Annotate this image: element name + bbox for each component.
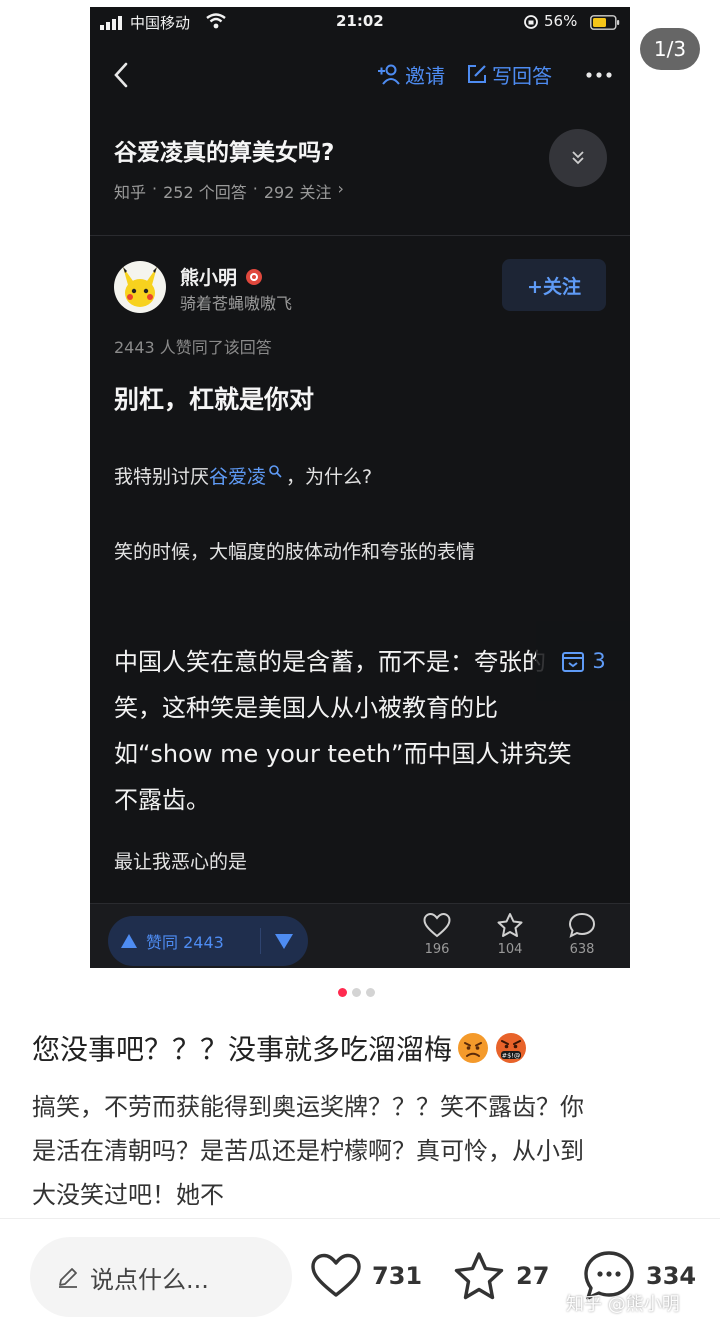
- status-bar: 中国移动 21:02 56%: [90, 7, 630, 39]
- heart-icon: [423, 912, 451, 938]
- badge-icon: [246, 268, 263, 285]
- downvote-icon[interactable]: [272, 928, 296, 954]
- angry-emoji: [458, 1033, 489, 1063]
- chevron-double-down-icon: [572, 151, 584, 165]
- follow-button[interactable]: +关注: [502, 259, 606, 311]
- pikachu-avatar-icon: [123, 267, 157, 307]
- answer-paragraph-2: 笑的时候，大幅度的肢体动作和夸张的表情: [114, 541, 476, 563]
- fold-icon: [562, 652, 585, 672]
- answer-screenshot: 中国移动 21:02 56% 邀请 写回答 谷爱凌真的算美女吗? 知乎 · 25…: [90, 7, 630, 968]
- comment-placeholder: 说点什么...: [90, 1265, 209, 1294]
- carousel-dot[interactable]: [352, 988, 361, 997]
- svg-text:#$!@: #$!@: [502, 1052, 521, 1060]
- battery-icon: [590, 15, 620, 30]
- battery-percent: 56%: [544, 12, 578, 30]
- answer-heading: 别杠，杠就是你对: [114, 385, 315, 414]
- upvote-label: 赞同 2443: [146, 933, 224, 952]
- watermark: 知乎 @熊小明: [566, 1294, 680, 1315]
- write-icon: [468, 65, 486, 83]
- heart-icon: [311, 1253, 361, 1297]
- comment-count: 638: [569, 942, 595, 957]
- collapse-button[interactable]: [549, 129, 607, 187]
- star-icon: [497, 913, 523, 937]
- search-link[interactable]: 谷爱凌: [209, 462, 266, 489]
- signal-icon: [100, 16, 122, 30]
- answer-paragraph-4: 最让我恶心的是: [114, 851, 248, 873]
- meta-separator: ·: [152, 179, 158, 198]
- invite-label: 邀请: [405, 63, 445, 88]
- avatar[interactable]: [114, 261, 166, 313]
- author-bio: 骑着苍蝇嗷嗷飞: [180, 294, 293, 313]
- like-button[interactable]: 731: [310, 1247, 422, 1305]
- answer-paragraph-1: 我特别讨厌 谷爱凌 ，为什么?: [114, 462, 372, 489]
- upvote-note: 2443 人赞同了该回答: [114, 338, 272, 357]
- comment-action[interactable]: 638: [562, 912, 602, 957]
- comment-count: 334: [646, 1262, 697, 1290]
- comment-icon: [568, 912, 596, 938]
- fold-counter-button[interactable]: 3: [536, 621, 630, 701]
- author-name-text: 熊小明: [180, 267, 238, 289]
- write-label: 写回答: [492, 63, 552, 88]
- invite-button[interactable]: 邀请: [377, 59, 445, 89]
- back-icon[interactable]: [110, 61, 134, 89]
- source-label: 知乎: [114, 183, 147, 202]
- answer-count: 252 个回答: [163, 183, 247, 202]
- post-title-text: 您没事吧？？？没事就多吃溜溜梅: [32, 1033, 453, 1066]
- comment-input[interactable]: 说点什么...: [30, 1237, 292, 1317]
- collect-count: 27: [516, 1262, 550, 1290]
- like-count: 731: [372, 1262, 423, 1290]
- carousel-dots: [338, 988, 375, 997]
- vote-pill: 赞同 2443: [108, 916, 308, 966]
- vote-separator: [260, 928, 261, 954]
- carousel-dot-active[interactable]: [338, 988, 347, 997]
- chevron-right-icon: ›: [337, 179, 344, 198]
- upvote-button[interactable]: 赞同 2443: [120, 916, 224, 966]
- star-icon: [454, 1252, 504, 1300]
- question-title[interactable]: 谷爱凌真的算美女吗?: [114, 133, 334, 167]
- collect-button[interactable]: 27: [452, 1247, 549, 1305]
- pencil-icon: [59, 1268, 77, 1288]
- meta-separator: ·: [252, 179, 258, 198]
- paragraph-text: ，为什么?: [286, 466, 373, 488]
- invite-icon: [378, 64, 400, 85]
- answer-paragraph-3: 中国人笑在意的是含蓄，而不是：夸张的笑，这种笑是美国人从小被教育的比如“show…: [114, 648, 572, 814]
- carrier-name: 中国移动: [130, 14, 191, 32]
- favorite-action[interactable]: 104: [490, 912, 530, 957]
- status-time: 21:02: [336, 12, 384, 30]
- post-body[interactable]: 搞笑，不劳而获能得到奥运奖牌？？？笑不露齿？你是活在清朝吗？是苦瓜还是柠檬啊？真…: [32, 1085, 592, 1217]
- carousel-dot[interactable]: [366, 988, 375, 997]
- write-answer-button[interactable]: 写回答: [466, 59, 552, 89]
- like-count: 196: [424, 942, 450, 957]
- upvote-icon: [121, 934, 137, 948]
- rotation-lock-icon: [524, 15, 538, 29]
- image-page-indicator: 1/3: [640, 28, 700, 70]
- follow-count: 292 关注: [263, 183, 332, 202]
- more-icon[interactable]: [584, 65, 614, 85]
- search-icon: [269, 464, 282, 478]
- favorite-count: 104: [497, 942, 523, 957]
- answer-action-bar: 赞同 2443 196 104 638: [90, 903, 630, 968]
- fold-count: 3: [592, 649, 606, 673]
- post-title: 您没事吧？？？没事就多吃溜溜梅 #$!@: [32, 1028, 528, 1068]
- cursing-emoji: #$!@: [496, 1033, 527, 1063]
- author-name[interactable]: 熊小明: [180, 263, 263, 290]
- paragraph-text: 我特别讨厌: [114, 466, 210, 488]
- wifi-icon: [206, 13, 226, 29]
- question-meta[interactable]: 知乎 · 252 个回答 · 292 关注 ›: [114, 179, 344, 203]
- divider: [90, 235, 630, 236]
- like-action[interactable]: 196: [417, 912, 457, 957]
- top-nav: 邀请 写回答: [90, 55, 630, 95]
